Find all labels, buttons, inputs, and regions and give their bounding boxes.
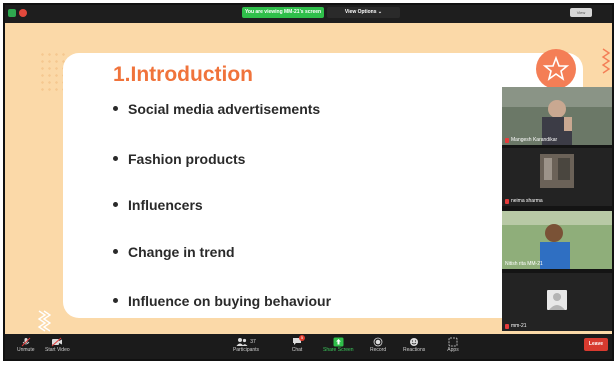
- decorative-dots: [39, 51, 65, 91]
- share-screen-icon: [332, 336, 344, 347]
- apps-button[interactable]: Apps: [447, 336, 459, 353]
- squiggle-decoration-icon: [37, 309, 52, 334]
- participants-count: 37: [250, 338, 256, 345]
- slide-bullet: Social media advertisements: [113, 101, 320, 117]
- participant-name: Nitish rita MM-21: [505, 261, 543, 267]
- participant-tile[interactable]: mm-21: [502, 273, 612, 331]
- record-icon: [372, 336, 384, 347]
- meeting-window: You are viewing MM-21's screen View Opti…: [3, 3, 614, 361]
- record-button[interactable]: Record: [370, 336, 386, 353]
- participant-tile[interactable]: Mangesh Karandikar: [502, 87, 612, 145]
- slide-bullet: Change in trend: [113, 244, 235, 260]
- participant-tile[interactable]: Nitish rita MM-21: [502, 211, 612, 269]
- slide-bullet: Influencers: [113, 197, 203, 213]
- star-badge-icon: [536, 49, 576, 89]
- view-button[interactable]: View: [570, 8, 592, 17]
- participant-tile[interactable]: neima sharma: [502, 148, 612, 206]
- participants-button[interactable]: 37 Participants: [231, 336, 261, 353]
- video-off-icon: [51, 336, 63, 347]
- slide-bullet: Influence on buying behaviour: [113, 293, 331, 309]
- start-video-button[interactable]: Start Video: [45, 336, 70, 353]
- screen-share-banner: You are viewing MM-21's screen: [242, 7, 324, 18]
- slide-title: 1.Introduction: [113, 63, 253, 86]
- apps-icon: [447, 336, 459, 347]
- chat-icon: 5: [291, 335, 305, 347]
- share-screen-button[interactable]: Share Screen: [323, 336, 354, 353]
- chat-button[interactable]: 5 Chat: [291, 335, 305, 353]
- reactions-button[interactable]: Reactions: [403, 336, 425, 353]
- reactions-icon: [408, 336, 420, 347]
- leave-button[interactable]: Leave: [584, 338, 608, 351]
- mic-off-icon: [505, 323, 509, 329]
- meeting-toolbar: Unmute Start Video 37 Participants 5 Cha…: [5, 334, 612, 359]
- recording-indicator-icon: [19, 9, 27, 17]
- unmute-button[interactable]: Unmute: [17, 336, 35, 353]
- squiggle-decoration-icon: [601, 47, 611, 77]
- security-shield-icon[interactable]: [8, 9, 16, 17]
- chat-badge: 5: [299, 335, 305, 341]
- mic-off-icon: [20, 336, 32, 347]
- participant-name: Mangesh Karandikar: [511, 137, 558, 143]
- slide-left-strip: [5, 23, 33, 334]
- participant-name: mm-21: [511, 323, 527, 329]
- participant-name: neima sharma: [511, 198, 543, 204]
- slide-bullet: Fashion products: [113, 151, 245, 167]
- mic-off-icon: [505, 137, 509, 143]
- participants-icon: 37: [231, 336, 261, 347]
- meeting-topbar: You are viewing MM-21's screen View Opti…: [5, 5, 612, 23]
- mic-off-icon: [505, 198, 509, 204]
- participant-gallery: Mangesh Karandikar neima sharma Nitish r…: [502, 87, 612, 331]
- view-options-button[interactable]: View Options ⌄: [327, 7, 400, 18]
